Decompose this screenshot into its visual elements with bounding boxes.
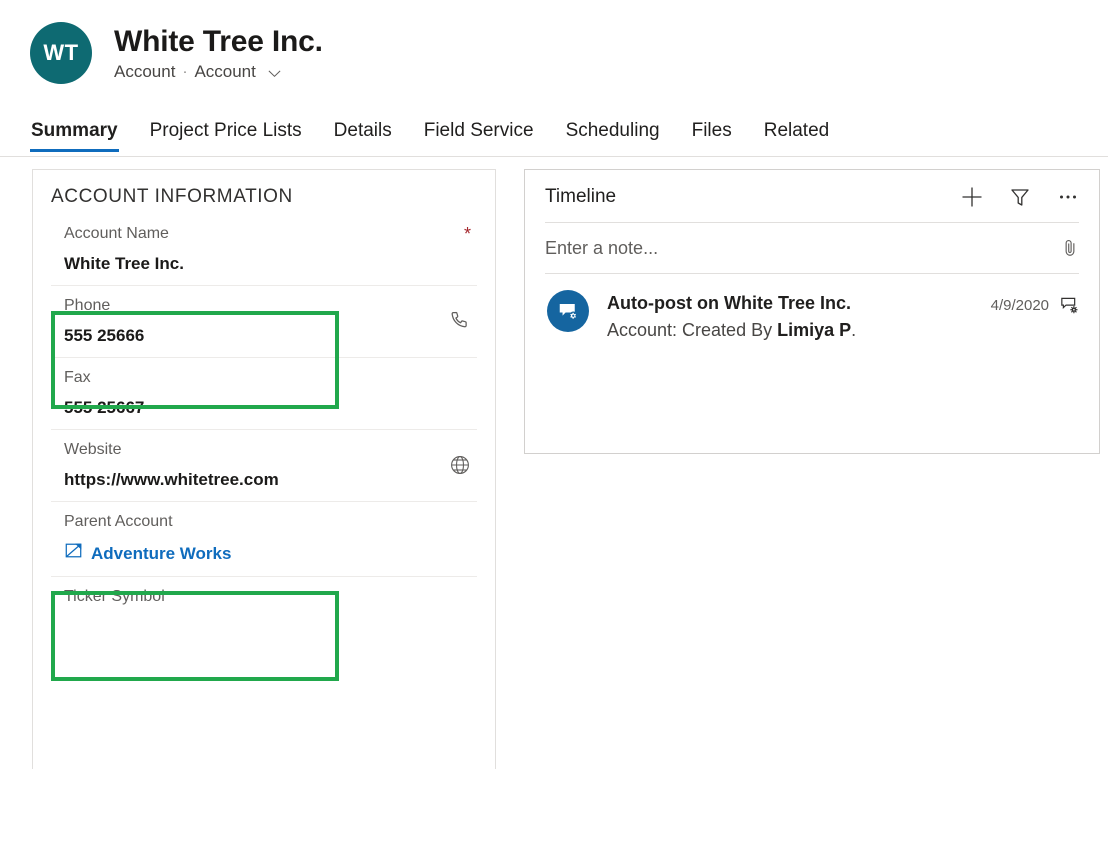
field-value[interactable]: White Tree Inc. <box>64 253 464 275</box>
ellipsis-icon[interactable] <box>1055 184 1081 210</box>
field-label: Website <box>64 439 443 460</box>
timeline-title: Timeline <box>545 185 959 209</box>
field-label: Ticker Symbol <box>64 586 443 607</box>
record-header: WT White Tree Inc. Account · Account <box>0 0 1108 95</box>
field-label: Parent Account <box>64 511 443 532</box>
field-label: Phone <box>64 295 443 316</box>
breadcrumb: Account · Account <box>114 61 323 83</box>
field-label: Account Name <box>64 223 464 244</box>
field-list: Account Name White Tree Inc. * Phone 555… <box>33 214 495 648</box>
phone-icon[interactable] <box>443 309 477 334</box>
tab-files[interactable]: Files <box>691 119 733 156</box>
field-value[interactable]: Adventure Works <box>64 541 443 566</box>
funnel-icon[interactable] <box>1007 184 1033 210</box>
field-parent-account[interactable]: Parent Account Adventure Works <box>51 501 477 576</box>
field-value[interactable]: 555 25667 <box>64 397 443 419</box>
tab-project-price-lists[interactable]: Project Price Lists <box>149 119 303 156</box>
form-body: ACCOUNT INFORMATION Account Name White T… <box>0 157 1108 847</box>
auto-post-icon <box>547 290 589 332</box>
timeline-header: Timeline <box>525 170 1099 222</box>
required-indicator: * <box>464 223 477 243</box>
chevron-down-icon[interactable] <box>267 66 282 81</box>
page-title: White Tree Inc. <box>114 25 323 59</box>
field-value[interactable]: 555 25666 <box>64 325 443 347</box>
breadcrumb-form: Account <box>194 61 255 83</box>
breadcrumb-separator: · <box>182 61 187 83</box>
parent-account-link-text: Adventure Works <box>91 543 231 565</box>
post-settings-icon[interactable] <box>1058 294 1081 317</box>
tab-field-service[interactable]: Field Service <box>423 119 535 156</box>
subtitle-prefix: Account: Created By <box>607 320 777 340</box>
subtitle-suffix: . <box>851 320 856 340</box>
timeline-card: Timeline <box>524 169 1100 454</box>
avatar-initials: WT <box>43 40 78 66</box>
tab-bar: Summary Project Price Lists Details Fiel… <box>0 95 1108 157</box>
timeline-item-title: Auto-post on White Tree Inc. <box>607 291 991 315</box>
note-input[interactable]: Enter a note... <box>545 236 1059 260</box>
field-value[interactable] <box>64 616 443 638</box>
account-information-card: ACCOUNT INFORMATION Account Name White T… <box>32 169 496 769</box>
timeline-item-subtitle: Account: Created By Limiya P. <box>607 318 991 342</box>
avatar: WT <box>30 22 92 84</box>
field-fax[interactable]: Fax 555 25667 <box>51 357 477 429</box>
plus-icon[interactable] <box>959 184 985 210</box>
tab-related[interactable]: Related <box>763 119 831 156</box>
tab-scheduling[interactable]: Scheduling <box>565 119 661 156</box>
field-ticker-symbol[interactable]: Ticker Symbol <box>51 576 477 648</box>
field-website[interactable]: Website https://www.whitetree.com <box>51 429 477 501</box>
tab-details[interactable]: Details <box>333 119 393 156</box>
timeline-item[interactable]: Auto-post on White Tree Inc. Account: Cr… <box>525 274 1099 342</box>
tab-summary[interactable]: Summary <box>30 119 119 156</box>
note-input-row[interactable]: Enter a note... <box>525 223 1099 273</box>
field-label: Fax <box>64 367 443 388</box>
globe-icon[interactable] <box>443 453 477 477</box>
account-entity-icon <box>64 541 83 566</box>
field-value[interactable]: https://www.whitetree.com <box>64 469 443 491</box>
paperclip-icon[interactable] <box>1059 237 1081 259</box>
breadcrumb-entity: Account <box>114 61 175 83</box>
section-header-account-information: ACCOUNT INFORMATION <box>33 170 495 214</box>
field-phone[interactable]: Phone 555 25666 <box>51 285 477 357</box>
subtitle-actor: Limiya P <box>777 320 851 340</box>
field-account-name[interactable]: Account Name White Tree Inc. * <box>51 214 477 285</box>
timeline-item-date: 4/9/2020 <box>991 296 1049 316</box>
